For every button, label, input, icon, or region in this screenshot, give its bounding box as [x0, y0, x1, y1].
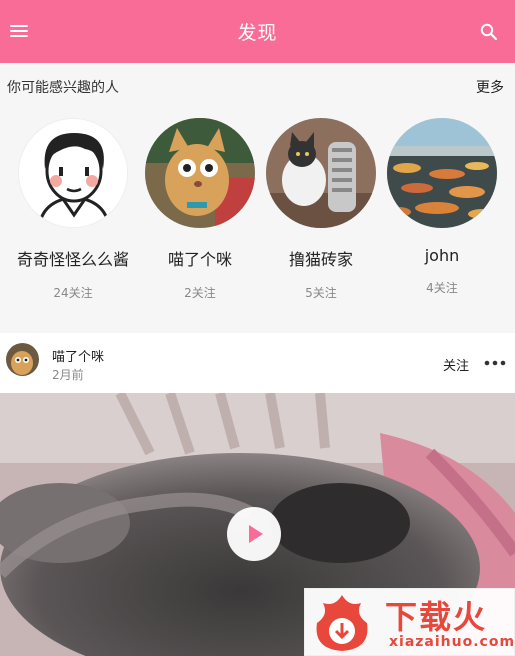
cat-heater-avatar[interactable]: [266, 118, 376, 228]
watermark-logo: 下载火 xiazaihuo.com: [304, 588, 515, 656]
kitten-avatar[interactable]: [145, 118, 255, 228]
user-card[interactable]: 撸猫砖家 5关注: [260, 118, 382, 301]
user-name: 奇奇怪怪么么酱: [16, 250, 129, 269]
recommended-users-section: 你可能感兴趣的人 更多 奇奇怪怪么么酱 24关注 喵了个咪 2关注 撸猫砖家 5…: [0, 63, 515, 330]
user-card[interactable]: 喵了个咪 2关注: [139, 118, 261, 301]
follow-button[interactable]: 关注: [443, 355, 469, 374]
post-author-avatar[interactable]: [6, 343, 39, 376]
user-follow-count: 2关注: [184, 286, 216, 300]
post-header: 喵了个咪 2月前 关注: [0, 333, 515, 393]
page-title: 发现: [237, 22, 278, 44]
user-card[interactable]: john 4关注: [381, 118, 503, 296]
watermark-domain: xiazaihuo.com: [389, 634, 515, 650]
user-follow-count: 24关注: [53, 286, 93, 300]
user-follow-count: 4关注: [426, 281, 458, 295]
user-name: 喵了个咪: [167, 250, 232, 269]
menu-icon[interactable]: [10, 22, 28, 40]
recommended-header: 你可能感兴趣的人 更多: [0, 63, 515, 111]
landscape-avatar[interactable]: [387, 118, 497, 228]
user-card[interactable]: 奇奇怪怪么么酱 24关注: [12, 118, 134, 301]
flame-logo-icon: [316, 595, 368, 651]
post-timestamp: 2月前: [52, 368, 84, 382]
post-author-name[interactable]: 喵了个咪: [52, 346, 104, 365]
user-name: john: [424, 246, 460, 265]
recommended-title: 你可能感兴趣的人: [7, 80, 119, 96]
more-dots-icon[interactable]: [483, 354, 507, 372]
watermark-title: 下载火: [385, 598, 488, 636]
play-icon[interactable]: [227, 507, 281, 561]
user-name: 撸猫砖家: [288, 250, 353, 269]
user-follow-count: 5关注: [305, 286, 337, 300]
cartoon-boy-avatar[interactable]: [18, 118, 128, 228]
more-button[interactable]: 更多: [476, 77, 504, 97]
top-app-bar: 发现: [0, 0, 515, 63]
search-icon[interactable]: [479, 22, 499, 42]
